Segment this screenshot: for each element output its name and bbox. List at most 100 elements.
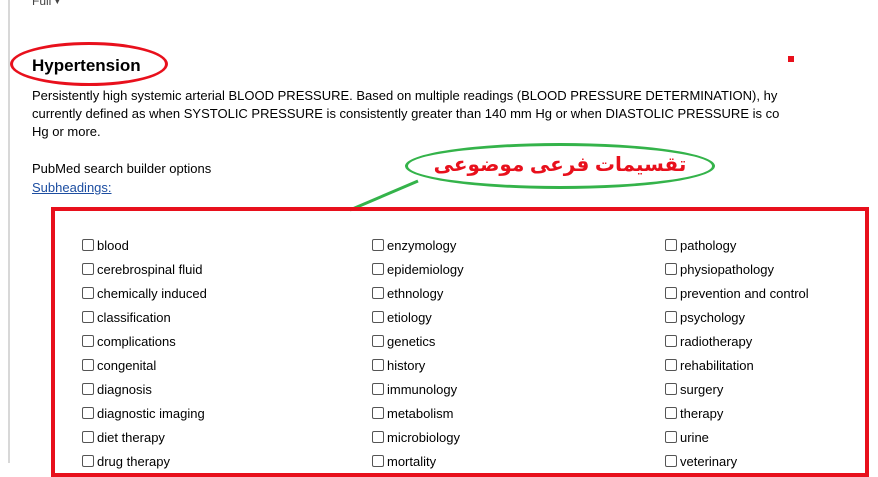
subheading-checkbox[interactable] — [372, 407, 384, 419]
subheadings-column-2: enzymology epidemiology ethnology etiology g… — [372, 233, 464, 473]
subheading-label: complications — [97, 333, 176, 349]
subheading-checkbox[interactable] — [665, 359, 677, 371]
subheading-checkbox[interactable] — [82, 239, 94, 251]
subheadings-column-3: pathology physiopathology prevention and c… — [665, 233, 809, 473]
subheading-checkbox[interactable] — [82, 407, 94, 419]
subheading-option[interactable]: congenital — [82, 353, 207, 377]
subheading-option[interactable]: therapy — [665, 401, 809, 425]
subheading-checkbox[interactable] — [372, 455, 384, 467]
subheading-option[interactable]: pathology — [665, 233, 809, 257]
subheading-checkbox[interactable] — [82, 455, 94, 467]
subheading-option[interactable]: complications — [82, 329, 207, 353]
subheadings-column-1: blood cerebrospinal fluid chemically induc… — [82, 233, 207, 473]
subheading-checkbox[interactable] — [372, 431, 384, 443]
subheading-checkbox[interactable] — [372, 383, 384, 395]
subheading-option[interactable]: immunology — [372, 377, 464, 401]
subheading-checkbox[interactable] — [372, 335, 384, 347]
subheading-checkbox[interactable] — [82, 263, 94, 275]
subheading-label: metabolism — [387, 405, 454, 421]
subheading-option[interactable]: diagnostic imaging — [82, 401, 207, 425]
subheading-label: psychology — [680, 309, 746, 325]
subheading-option[interactable]: etiology — [372, 305, 464, 329]
search-builder-label: PubMed search builder options — [32, 161, 212, 176]
subheading-label: immunology — [387, 381, 458, 397]
subheading-label: epidemiology — [387, 261, 464, 277]
left-border-rule — [8, 0, 10, 463]
subheading-option[interactable]: rehabilitation — [665, 353, 809, 377]
subheading-option[interactable]: cerebrospinal fluid — [82, 257, 207, 281]
definition-line: Persistently high systemic arterial BLOO… — [32, 88, 778, 103]
subheadings-link[interactable]: Subheadings: — [32, 180, 112, 196]
term-title: Hypertension — [32, 56, 141, 75]
subheading-label: pathology — [680, 237, 737, 253]
subheading-label: therapy — [680, 405, 724, 421]
subheading-option[interactable]: psychology — [665, 305, 809, 329]
subheading-checkbox[interactable] — [82, 335, 94, 347]
subheading-checkbox[interactable] — [372, 239, 384, 251]
subheading-option[interactable]: history — [372, 353, 464, 377]
subheading-checkbox[interactable] — [372, 359, 384, 371]
subheading-option[interactable]: chemically induced — [82, 281, 207, 305]
subheading-checkbox[interactable] — [665, 383, 677, 395]
subheading-checkbox[interactable] — [372, 263, 384, 275]
subheading-label: genetics — [387, 333, 436, 349]
subheading-checkbox[interactable] — [665, 407, 677, 419]
subheading-checkbox[interactable] — [665, 263, 677, 275]
subheading-option[interactable]: radiotherapy — [665, 329, 809, 353]
subheading-label: microbiology — [387, 429, 460, 445]
subheading-label: congenital — [97, 357, 157, 373]
subheading-option[interactable]: microbiology — [372, 425, 464, 449]
subheading-label: diagnosis — [97, 381, 152, 397]
subheading-option[interactable]: mortality — [372, 449, 464, 473]
subheading-label: prevention and control — [680, 285, 809, 301]
subheading-label: etiology — [387, 309, 432, 325]
subheading-option[interactable]: diagnosis — [82, 377, 207, 401]
subheading-option[interactable]: veterinary — [665, 449, 809, 473]
subheading-checkbox[interactable] — [665, 431, 677, 443]
subheading-label: chemically induced — [97, 285, 207, 301]
subheading-option[interactable]: surgery — [665, 377, 809, 401]
subheading-option[interactable]: drug therapy — [82, 449, 207, 473]
subheading-checkbox[interactable] — [82, 359, 94, 371]
term-definition: Persistently high systemic arterial BLOO… — [32, 87, 878, 141]
subheading-option[interactable]: metabolism — [372, 401, 464, 425]
subheading-label: surgery — [680, 381, 724, 397]
subheading-option[interactable]: urine — [665, 425, 809, 449]
subheading-checkbox[interactable] — [372, 311, 384, 323]
full-link-label: Full — [32, 0, 52, 8]
subheading-checkbox[interactable] — [372, 287, 384, 299]
subheading-label: veterinary — [680, 453, 738, 469]
subheading-option[interactable]: classification — [82, 305, 207, 329]
caret-down-icon: ▼ — [53, 0, 62, 6]
subheading-option[interactable]: epidemiology — [372, 257, 464, 281]
subheading-label: mortality — [387, 453, 437, 469]
subheading-checkbox[interactable] — [665, 311, 677, 323]
subheading-option[interactable]: prevention and control — [665, 281, 809, 305]
subheading-checkbox[interactable] — [82, 311, 94, 323]
subheading-checkbox[interactable] — [665, 455, 677, 467]
full-display-link[interactable]: Full ▼ — [32, 0, 61, 8]
subheading-label: physiopathology — [680, 261, 774, 277]
subheading-label: urine — [680, 429, 709, 445]
subheading-option[interactable]: physiopathology — [665, 257, 809, 281]
subheading-label: rehabilitation — [680, 357, 754, 373]
subheading-option[interactable]: diet therapy — [82, 425, 207, 449]
subheading-checkbox[interactable] — [665, 239, 677, 251]
subheading-checkbox[interactable] — [82, 287, 94, 299]
subheading-checkbox[interactable] — [82, 383, 94, 395]
subheading-checkbox[interactable] — [665, 287, 677, 299]
subheading-checkbox[interactable] — [665, 335, 677, 347]
subheading-option[interactable]: ethnology — [372, 281, 464, 305]
subheading-option[interactable]: enzymology — [372, 233, 464, 257]
red-marker-dot — [788, 56, 794, 62]
subheading-label: ethnology — [387, 285, 444, 301]
subheading-label: diet therapy — [97, 429, 165, 445]
subheading-checkbox[interactable] — [82, 431, 94, 443]
subheading-option[interactable]: blood — [82, 233, 207, 257]
subheading-label: history — [387, 357, 426, 373]
subheading-label: cerebrospinal fluid — [97, 261, 203, 277]
definition-line: Hg or more. — [32, 124, 101, 139]
subheading-label: classification — [97, 309, 171, 325]
subheading-label: enzymology — [387, 237, 457, 253]
subheading-option[interactable]: genetics — [372, 329, 464, 353]
